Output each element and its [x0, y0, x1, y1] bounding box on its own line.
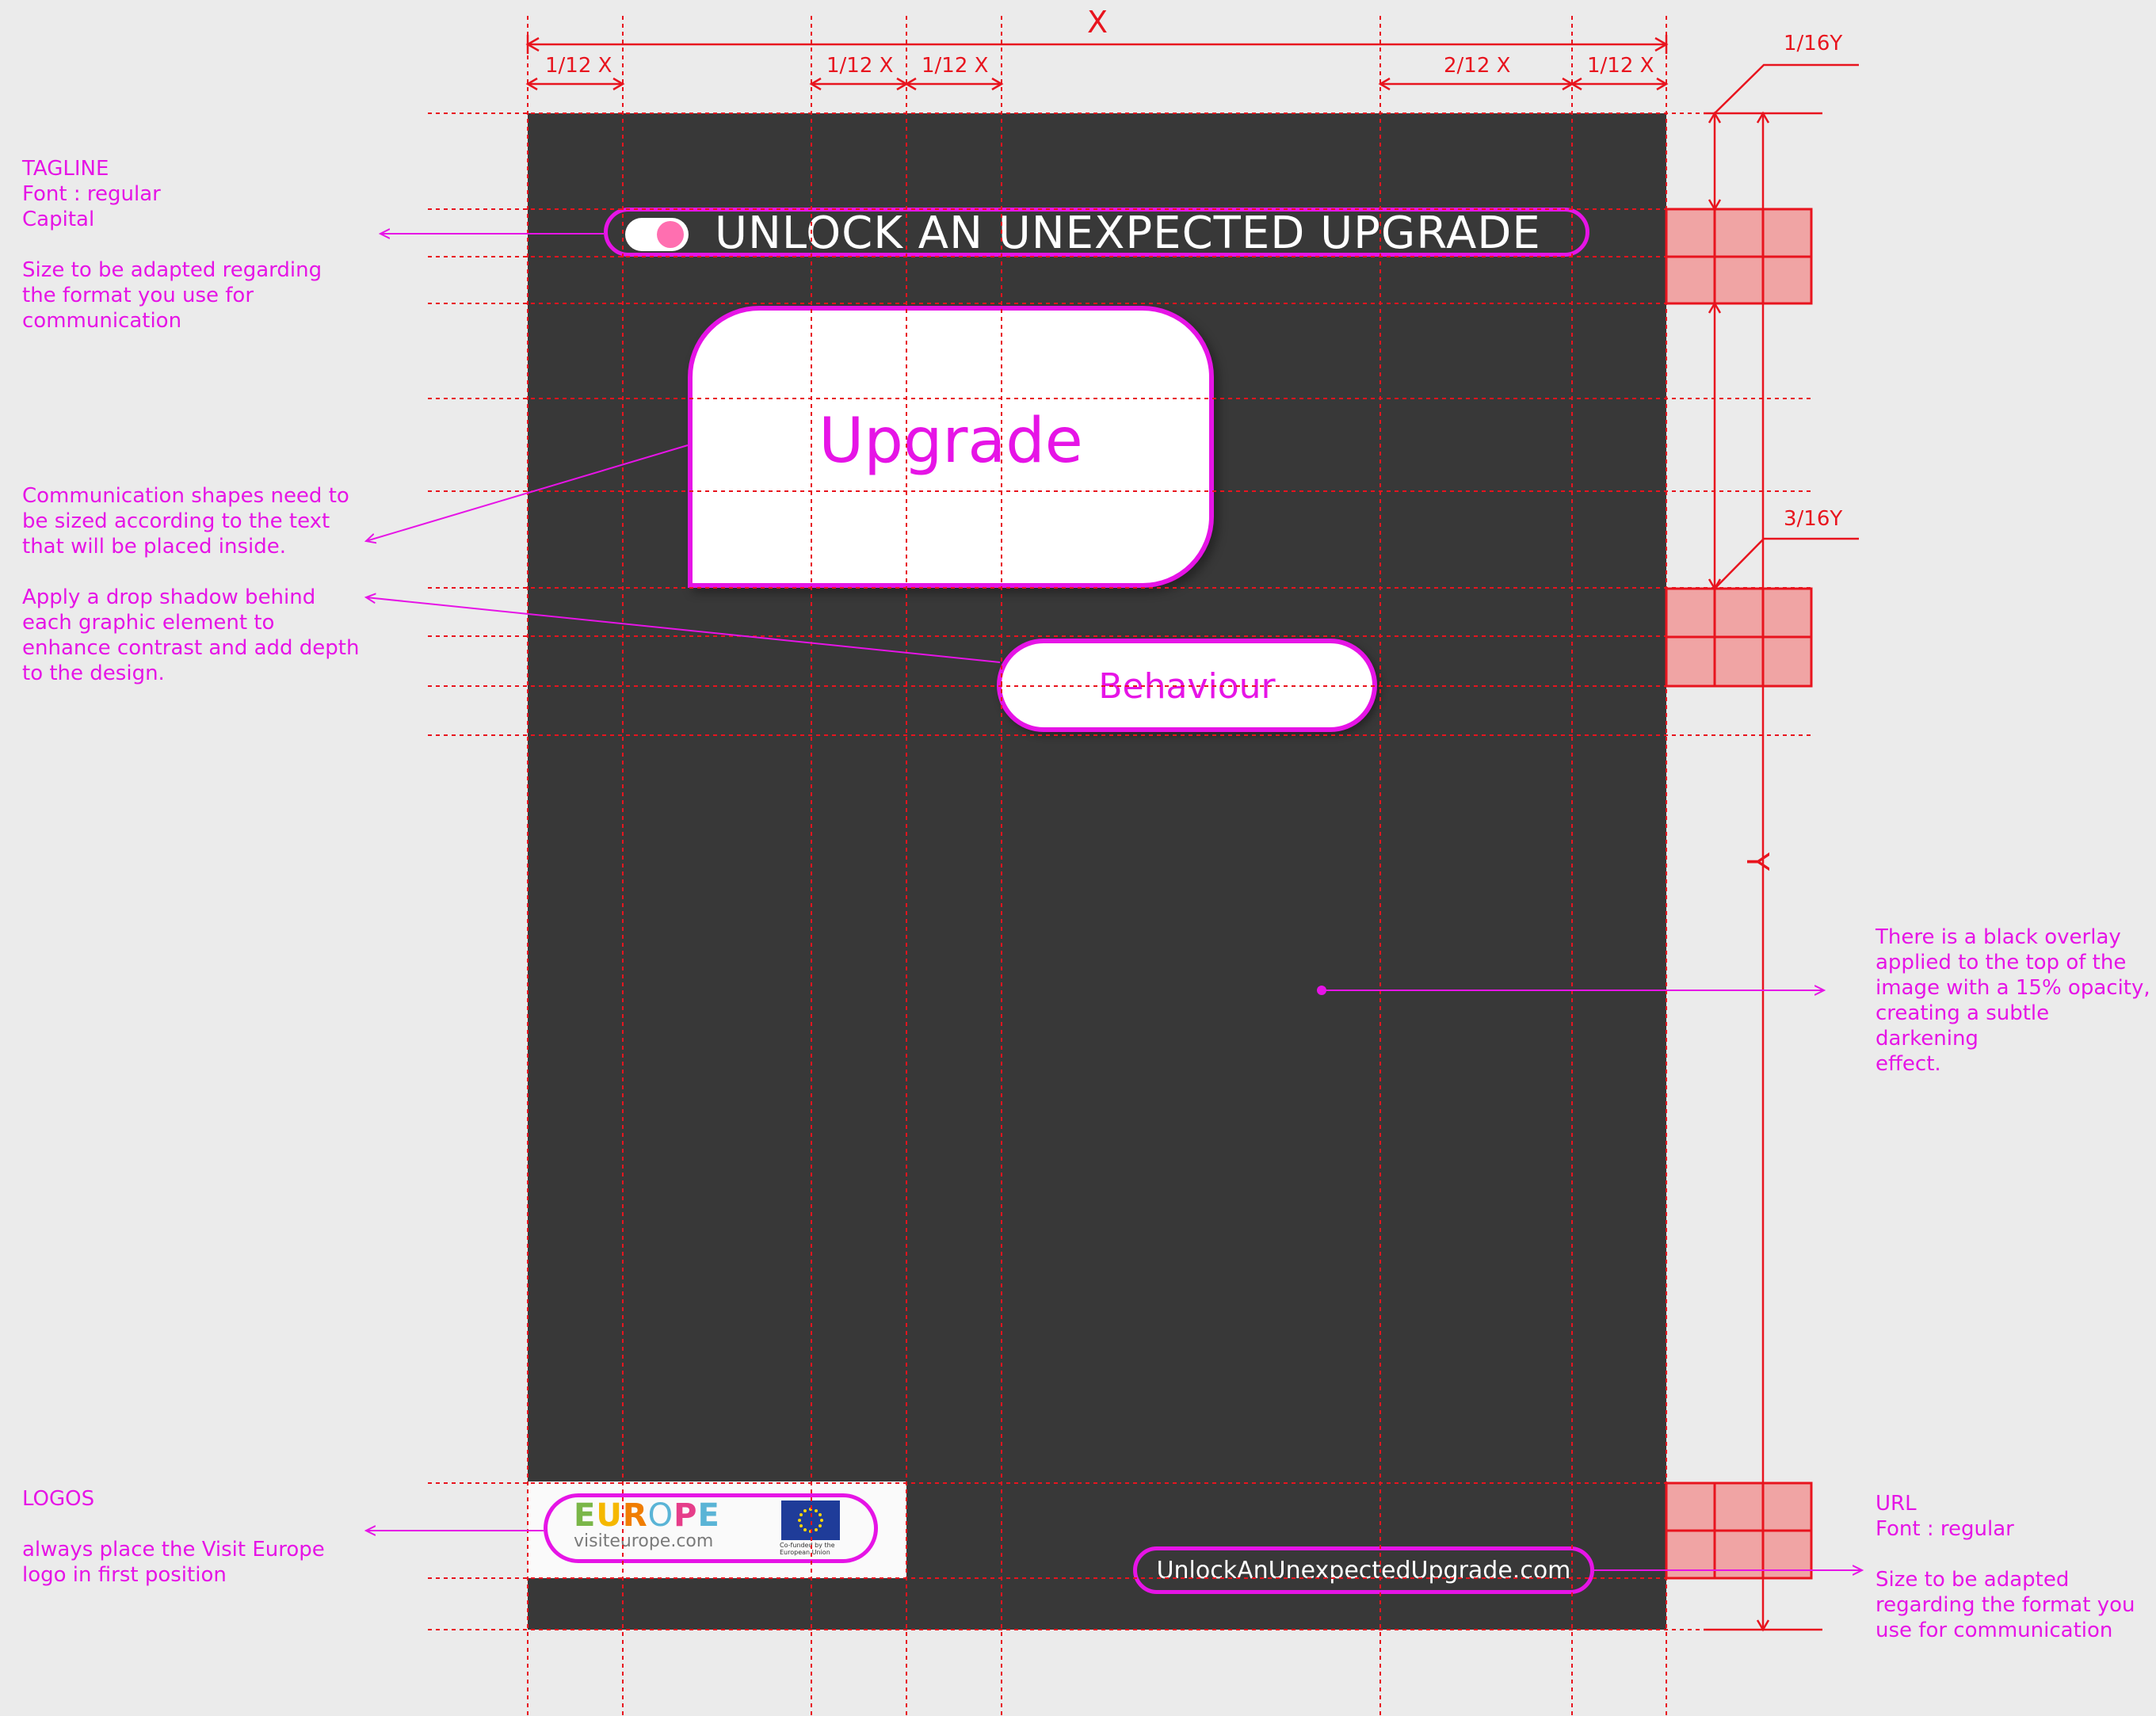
guide-overlay: [0, 16, 2156, 1716]
segment-label: 1/12 X: [545, 54, 612, 78]
margin-cells: [1665, 208, 1813, 1580]
overlay-marker-dot: [1317, 986, 1326, 995]
segment-label: 1/12 X: [826, 54, 894, 78]
tagline-annotation: TAGLINE Font : regular Capital Size to b…: [22, 157, 322, 333]
logos-annotation: LOGOS always place the Visit Europe logo…: [22, 1487, 325, 1587]
x-label: X: [1087, 5, 1109, 40]
three-sixteenth-y-label: 3/16Y: [1784, 507, 1843, 531]
overlay-annotation: There is a black overlay applied to the …: [1876, 925, 2150, 1076]
url-annotation: URL Font : regular Size to be adapted re…: [1876, 1492, 2135, 1642]
segment-label: 1/12 X: [922, 54, 989, 78]
shapes-annotation: Communication shapes need to be sized ac…: [22, 484, 349, 559]
y-label: Y: [1740, 852, 1775, 871]
layout-guide-scene: UNLOCK AN UNEXPECTED UPGRADE Upgrade Beh…: [0, 0, 2156, 1716]
shadow-annotation: Apply a drop shadow behind each graphic …: [22, 585, 360, 685]
row-guides: [428, 112, 1814, 1630]
segment-label: 2/12 X: [1444, 54, 1511, 78]
column-guides: [527, 16, 1667, 1716]
annotation-arrows: [366, 234, 1862, 1570]
segment-label: 1/12 X: [1587, 54, 1654, 78]
sixteenth-y-label: 1/16Y: [1784, 32, 1843, 55]
